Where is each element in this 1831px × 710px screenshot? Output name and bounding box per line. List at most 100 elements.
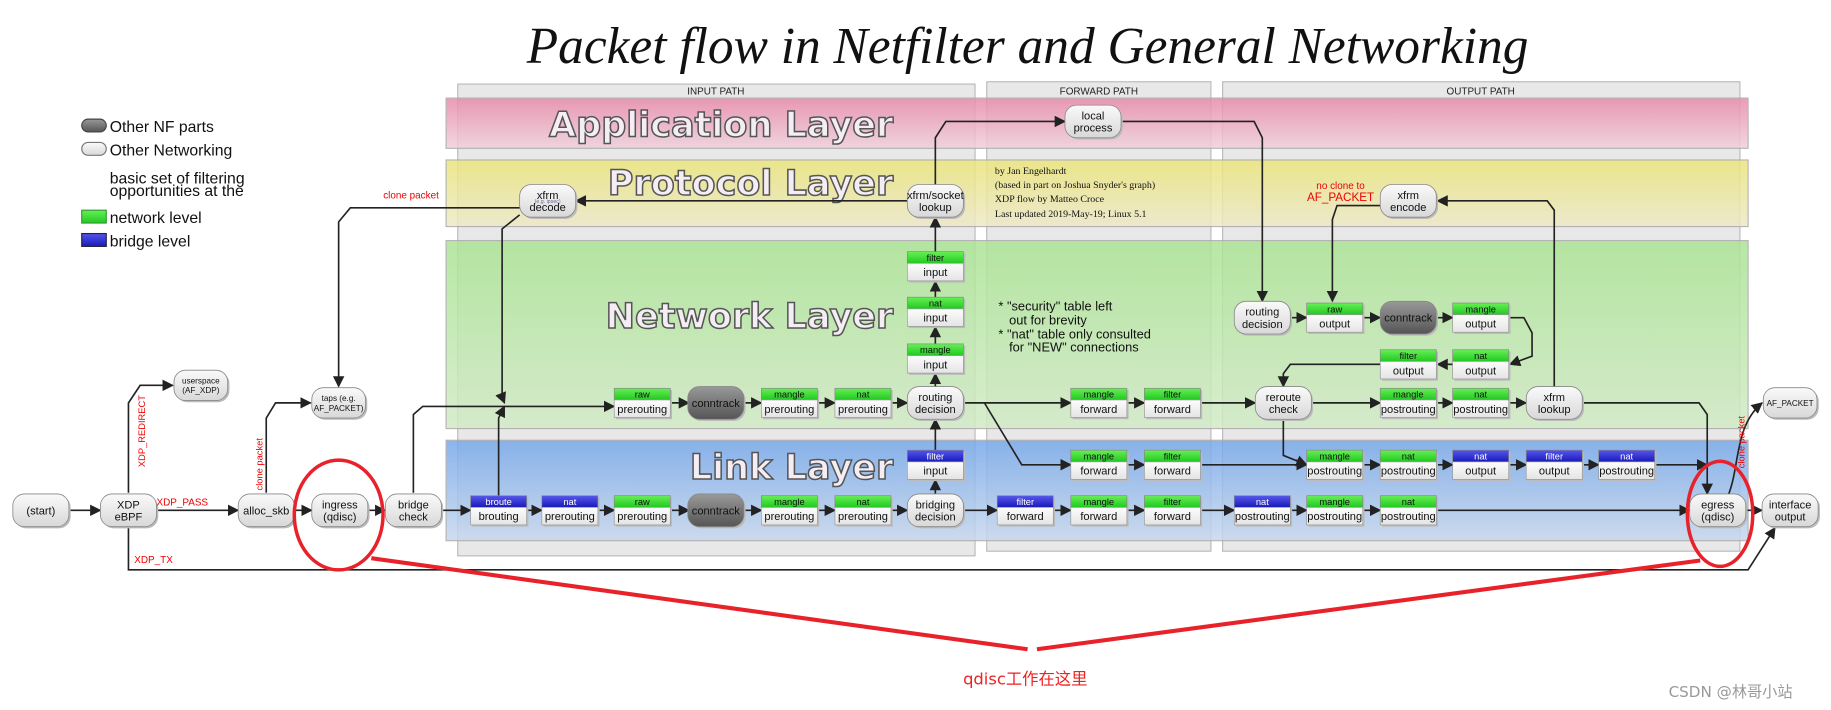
chain-name: postrouting	[1381, 511, 1436, 523]
legend-swatch-other-nf	[81, 118, 107, 133]
table-name: mangle	[1084, 390, 1115, 400]
table-name: mangle	[1465, 304, 1496, 314]
node-n-filterfwd: filter forward	[1144, 387, 1203, 420]
table-name: nat	[929, 299, 942, 309]
chain-name: forward	[1007, 511, 1044, 523]
legend-other-nf: Other NF parts	[110, 119, 214, 136]
annotation-text: qdisc工作在这里	[963, 669, 1087, 688]
table-name: filter	[927, 452, 945, 462]
chain-name: output	[1539, 466, 1570, 478]
node-label: eBPF	[115, 512, 143, 524]
node-label: alloc_skb	[243, 505, 289, 517]
table-name: broute	[485, 497, 511, 507]
node-m-filterout: filter output	[1525, 449, 1585, 482]
node-label: decision	[915, 404, 956, 416]
output-path-label: OUTPUT PATH	[1447, 87, 1515, 98]
table-name: mangle	[1084, 497, 1115, 507]
chain-name: prerouting	[764, 511, 814, 523]
node-label: output	[1775, 512, 1806, 524]
chain-name: prerouting	[617, 404, 667, 416]
node-l-natpre: nat prerouting	[541, 495, 600, 527]
node-label: conntrack	[692, 398, 740, 410]
table-name: raw	[635, 390, 650, 400]
node-label: taps (e.g.	[322, 394, 356, 403]
node-taps: taps (e.g.AF_PACKET)	[311, 387, 368, 420]
node-o-manglepost: mangle postrouting	[1379, 387, 1439, 420]
node-label: ingress	[322, 499, 358, 511]
node-reroute: reroutecheck	[1254, 386, 1314, 421]
node-label: xfrm/socket	[907, 190, 964, 202]
node-egress: egress(qdisc)	[1689, 493, 1748, 529]
table-name: filter	[1164, 390, 1182, 400]
node-xfrmlookup: xfrmlookup	[1525, 386, 1585, 421]
node-ifout: interfaceoutput	[1761, 493, 1820, 529]
node-o-filterout: filter output	[1379, 349, 1439, 381]
node-label: userspace	[182, 376, 220, 385]
node-routing-out: routingdecision	[1233, 300, 1293, 336]
table-name: mangle	[920, 345, 951, 355]
chain-name: postrouting	[1453, 404, 1508, 416]
node-b-natpost: nat postrouting	[1233, 495, 1293, 527]
clone-packet-label: clone packet	[255, 438, 265, 491]
node-m-manglefwd: mangle forward	[1070, 449, 1129, 482]
legend-other-net: Other Networking	[110, 142, 233, 159]
chain-name: forward	[1080, 466, 1117, 478]
legend-swatch-network	[81, 209, 107, 224]
node-o-natpost: nat postrouting	[1452, 387, 1511, 420]
node-alloc: alloc_skb	[237, 493, 297, 529]
chain-name: input	[923, 359, 947, 371]
credit-line: by Jan Engelhardt	[995, 166, 1067, 177]
chain-name: prerouting	[764, 404, 814, 416]
node-label: process	[1074, 123, 1113, 135]
note-line: for "NEW" connections	[998, 339, 1138, 354]
xdp-pass-label: XDP_PASS	[156, 498, 208, 509]
note-line: out for brevity	[998, 313, 1087, 328]
node-label: reroute	[1266, 392, 1301, 404]
chain-name: output	[1465, 319, 1496, 331]
chain-name: postrouting	[1307, 466, 1362, 478]
node-l-ct: conntrack	[687, 493, 746, 529]
chain-name: prerouting	[838, 404, 888, 416]
node-l-filterin: filter input	[906, 449, 966, 482]
node-label: lookup	[919, 202, 952, 214]
credit-line: (based in part on Joshua Snyder's graph)	[995, 180, 1155, 191]
node-label: xfrm	[1543, 392, 1565, 404]
annotation-pointer-line	[1036, 558, 1701, 652]
node-bridging: bridgingdecision	[906, 493, 966, 529]
node-l-manglepre: mangle prerouting	[761, 495, 820, 527]
node-n-manglefwd: mangle forward	[1070, 387, 1129, 420]
application-layer-label: Application Layer	[549, 105, 894, 146]
node-m-natpost: nat postrouting	[1379, 449, 1439, 482]
node-l-broute: broute brouting	[470, 495, 529, 527]
legend-network-level: network level	[110, 210, 202, 227]
no-clone-label: AF_PACKET	[1307, 191, 1374, 204]
node-ingress: ingress(qdisc)	[311, 493, 370, 529]
node-n-manglepre: mangle prerouting	[761, 387, 820, 420]
table-name: raw	[635, 497, 650, 507]
chain-name: forward	[1080, 511, 1117, 523]
legend: Other NF parts Other Networking basic se…	[81, 118, 245, 250]
node-n-manglein: mangle input	[906, 343, 966, 375]
node-label: lookup	[1538, 404, 1571, 416]
table-name: nat	[856, 390, 869, 400]
table-name: mangle	[1319, 452, 1350, 462]
credit-line: XDP flow by Matteo Croce	[995, 194, 1105, 205]
chain-name: postrouting	[1381, 404, 1436, 416]
table-name: mangle	[774, 497, 805, 507]
table-name: nat	[1402, 497, 1415, 507]
table-name: mangle	[774, 390, 805, 400]
node-label: decision	[1242, 319, 1283, 331]
node-label: AF_PACKET)	[314, 404, 364, 413]
chain-name: input	[923, 313, 947, 325]
table-name: mangle	[1084, 452, 1115, 462]
node-m-natpost2: nat postrouting	[1598, 449, 1657, 482]
node-label: bridge	[398, 499, 429, 511]
table-name: nat	[1474, 452, 1487, 462]
node-label: AF_PACKET	[1767, 399, 1814, 408]
node-label: (qdisc)	[323, 512, 356, 524]
node-label: check	[399, 512, 428, 524]
node-n-filterin: filter input	[906, 251, 966, 283]
chain-name: postrouting	[1599, 466, 1654, 478]
node-label: encode	[1390, 202, 1426, 214]
diagram-title: Packet flow in Netfilter and General Net…	[526, 18, 1529, 75]
